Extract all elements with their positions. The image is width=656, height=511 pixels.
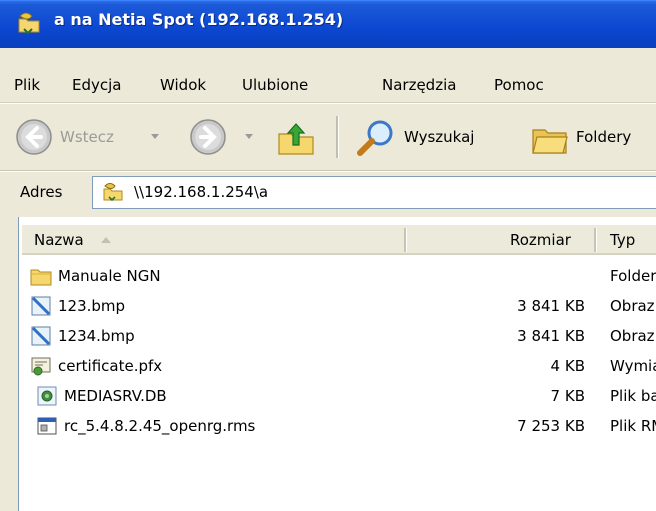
file-size: 4 KB <box>550 357 585 375</box>
menu-view[interactable]: Widok <box>160 76 206 94</box>
up-folder-icon[interactable] <box>276 118 316 158</box>
column-header-size[interactable]: Rozmiar <box>510 231 571 249</box>
file-name[interactable]: certificate.pfx <box>58 357 162 375</box>
folders-button-label[interactable]: Foldery <box>576 128 631 146</box>
back-arrow-icon[interactable] <box>14 117 54 157</box>
menu-file[interactable]: Plik <box>14 76 40 94</box>
file-name[interactable]: Manuale NGN <box>58 267 161 285</box>
file-type: Obraz <box>610 327 655 345</box>
file-name[interactable]: rc_5.4.8.2.45_openrg.rms <box>64 417 255 435</box>
menu-favorites[interactable]: Ulubione <box>242 76 308 94</box>
menu-tools[interactable]: Narzędzia <box>382 76 456 94</box>
menu-help[interactable]: Pomoc <box>494 76 544 94</box>
file-name[interactable]: 123.bmp <box>58 297 125 315</box>
certificate-icon <box>31 357 51 376</box>
toolbar-separator <box>336 116 339 158</box>
left-panel-edge <box>0 217 18 511</box>
network-folder-icon <box>103 183 123 202</box>
file-size: 7 253 KB <box>517 417 585 435</box>
file-name[interactable]: 1234.bmp <box>58 327 135 345</box>
search-button-label[interactable]: Wyszukaj <box>404 128 474 146</box>
back-dropdown-chevron-icon[interactable] <box>150 133 160 141</box>
forward-dropdown-chevron-icon[interactable] <box>244 133 254 141</box>
file-size: 3 841 KB <box>517 327 585 345</box>
file-type: Wymiana <box>610 357 656 375</box>
search-icon[interactable] <box>356 118 396 158</box>
address-value: \\192.168.1.254\a <box>134 183 269 201</box>
column-separator[interactable] <box>404 228 407 252</box>
file-type: Plik RMS <box>610 417 656 435</box>
generic-file-icon <box>37 417 57 435</box>
window-title: a na Netia Spot (192.168.1.254) <box>54 10 344 29</box>
back-button-label[interactable]: Wstecz <box>60 128 114 146</box>
sort-ascending-icon <box>101 237 111 243</box>
bitmap-icon <box>31 326 51 346</box>
folders-icon[interactable] <box>530 118 570 158</box>
database-file-icon <box>37 386 57 406</box>
network-folder-icon <box>18 12 40 35</box>
column-separator[interactable] <box>594 228 597 252</box>
file-type: Obraz <box>610 297 655 315</box>
file-name[interactable]: MEDIASRV.DB <box>64 387 167 405</box>
bitmap-icon <box>31 296 51 316</box>
folder-icon <box>30 269 52 286</box>
file-size: 3 841 KB <box>517 297 585 315</box>
file-size: 7 KB <box>550 387 585 405</box>
forward-arrow-icon[interactable] <box>188 117 228 157</box>
file-type: Plik bazy <box>610 387 656 405</box>
column-header-name[interactable]: Nazwa <box>34 231 84 249</box>
menu-edit[interactable]: Edycja <box>72 76 121 94</box>
file-type: Folder <box>610 267 656 285</box>
column-header-type[interactable]: Typ <box>610 231 635 249</box>
address-label: Adres <box>20 183 63 201</box>
